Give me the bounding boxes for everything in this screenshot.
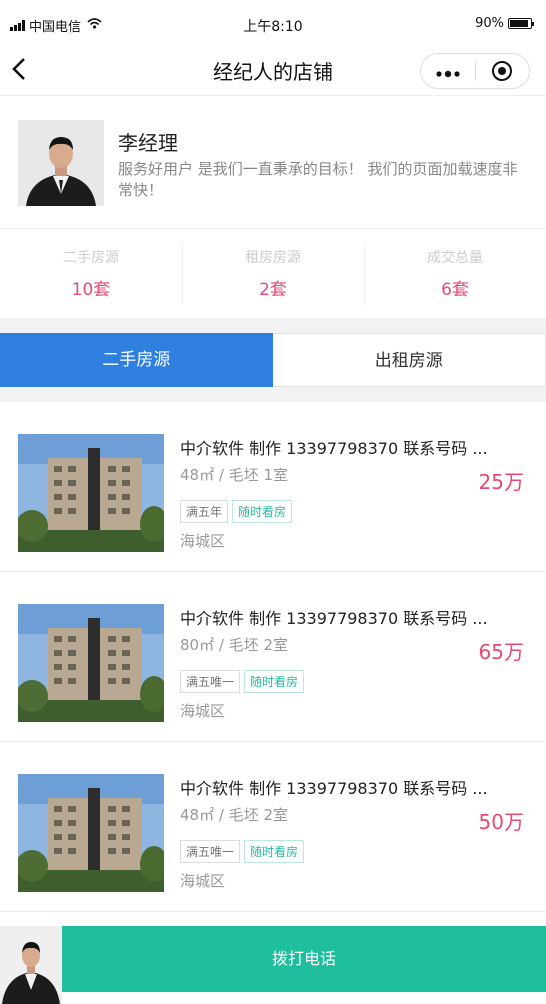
listing-thumbnail: [18, 774, 164, 892]
agent-avatar: [18, 120, 104, 206]
close-miniapp-button[interactable]: [475, 61, 529, 81]
listing-spec: 48㎡ / 毛坯 1室: [180, 466, 288, 484]
listing-thumbnail: [18, 434, 164, 552]
listing-title: 中介软件 制作 13397798370 联系号码 ...: [180, 439, 488, 458]
stat-value: 2套: [259, 280, 287, 300]
section-divider: [0, 318, 546, 333]
battery-level: [510, 20, 528, 27]
tag-badge: 随时看房: [244, 840, 305, 863]
listing-spec: 48㎡ / 毛坯 2室: [180, 806, 288, 824]
listing-title: 中介软件 制作 13397798370 联系号码 ...: [180, 779, 488, 798]
status-bar: 中国电信 上午8:10 90%: [0, 0, 546, 46]
listing-title: 中介软件 制作 13397798370 联系号码 ...: [180, 609, 488, 628]
agent-name: 李经理: [118, 131, 178, 155]
tag-badge: 满五年: [180, 500, 229, 523]
listing-tags: 满五唯一 随时看房: [180, 840, 305, 863]
status-right: 90%: [475, 16, 534, 31]
more-dots-icon: [436, 70, 460, 78]
listing-tabs: 二手房源 出租房源: [0, 333, 546, 387]
tag-badge: 随时看房: [244, 670, 305, 693]
stat-deals: 成交总量 6套: [364, 229, 546, 318]
nav-bar: 经纪人的店铺: [0, 46, 546, 96]
battery-icon: [508, 18, 534, 29]
stat-rental: 租房房源 2套: [182, 229, 364, 318]
status-time: 上午8:10: [243, 19, 303, 35]
listing-spec: 80㎡ / 毛坯 2室: [180, 636, 288, 654]
stats-row: 二手房源 10套 租房房源 2套 成交总量 6套: [0, 228, 546, 318]
tag-badge: 满五唯一: [180, 840, 241, 863]
listing-list: 中介软件 制作 13397798370 联系号码 ... 48㎡ / 毛坯 1室…: [0, 402, 546, 912]
stat-label: 二手房源: [63, 250, 119, 266]
miniapp-capsule: [420, 53, 530, 89]
listing-price: 65万: [478, 640, 524, 664]
stat-label: 租房房源: [245, 250, 301, 266]
stat-value: 10套: [71, 280, 111, 300]
tag-badge: 随时看房: [232, 500, 293, 523]
listing-price: 50万: [478, 810, 524, 834]
more-button[interactable]: [421, 61, 475, 81]
listing-item[interactable]: 中介软件 制作 13397798370 联系号码 ... 48㎡ / 毛坯 1室…: [0, 402, 546, 572]
listing-price: 25万: [478, 470, 524, 494]
listing-district: 海城区: [180, 702, 226, 720]
stat-second-hand: 二手房源 10套: [0, 229, 182, 318]
tag-badge: 满五唯一: [180, 670, 241, 693]
stat-value: 6套: [441, 280, 469, 300]
bottom-bar: 拨打电话: [0, 926, 546, 1004]
battery-percent: 90%: [475, 16, 504, 31]
listing-item[interactable]: 中介软件 制作 13397798370 联系号码 ... 48㎡ / 毛坯 2室…: [0, 742, 546, 912]
listing-thumbnail: [18, 604, 164, 722]
listing-district: 海城区: [180, 532, 226, 550]
call-button[interactable]: 拨打电话: [62, 926, 546, 992]
section-divider: [0, 387, 546, 402]
listing-tags: 满五年 随时看房: [180, 500, 293, 523]
listing-district: 海城区: [180, 872, 226, 890]
tab-rental[interactable]: 出租房源: [272, 333, 545, 387]
agent-profile: 李经理 服务好用户 是我们一直秉承的目标！ 我们的页面加载速度非常快！: [0, 97, 546, 227]
agent-avatar-small: [0, 926, 62, 1004]
stat-label: 成交总量: [427, 250, 483, 266]
tab-second-hand[interactable]: 二手房源: [0, 333, 273, 387]
listing-item[interactable]: 中介软件 制作 13397798370 联系号码 ... 80㎡ / 毛坯 2室…: [0, 572, 546, 742]
agent-description: 服务好用户 是我们一直秉承的目标！ 我们的页面加载速度非常快！: [118, 160, 518, 199]
target-close-icon: [492, 61, 513, 81]
listing-tags: 满五唯一 随时看房: [180, 670, 305, 693]
